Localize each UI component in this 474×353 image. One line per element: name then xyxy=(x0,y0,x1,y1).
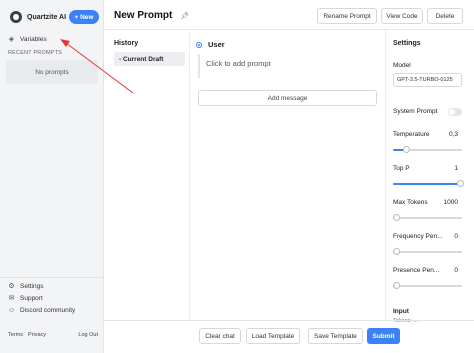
header-divider xyxy=(104,29,474,30)
view-code-button[interactable]: View Code xyxy=(381,8,423,24)
logout-link[interactable]: Log Out xyxy=(78,332,98,338)
model-label: Model xyxy=(393,62,411,69)
save-template-button[interactable]: Save Template xyxy=(308,328,363,344)
param-value: 1000 xyxy=(443,199,458,206)
param-label: Max Tokens xyxy=(393,199,428,206)
footer-divider xyxy=(104,320,474,321)
no-prompts-placeholder: No prompts xyxy=(6,60,98,84)
param-slider[interactable] xyxy=(393,146,462,154)
slider-thumb[interactable] xyxy=(393,282,400,289)
message-bar xyxy=(198,54,200,78)
sidebar-item-label: Variables xyxy=(20,36,47,43)
history-title: History xyxy=(114,40,139,47)
param-label: Frequency Pen... xyxy=(393,233,443,240)
param-slider[interactable] xyxy=(393,180,464,188)
sidebar-item-settings[interactable]: ⚙ Settings xyxy=(8,283,44,290)
logo-icon xyxy=(10,11,22,23)
settings-title: Settings xyxy=(393,40,421,47)
param-value: 0 xyxy=(454,233,458,240)
system-prompt-toggle[interactable] xyxy=(448,108,462,116)
param-label: Temperature xyxy=(393,131,430,138)
gear-icon: ⚙ xyxy=(8,283,15,290)
variables-icon: ◈ xyxy=(8,36,15,43)
slider-thumb[interactable] xyxy=(403,146,410,153)
new-prompt-button[interactable]: + New xyxy=(69,10,99,24)
param-label: Presence Pen... xyxy=(393,267,440,274)
slider-thumb[interactable] xyxy=(393,214,400,221)
submit-button[interactable]: Submit xyxy=(367,328,400,344)
history-divider xyxy=(189,30,190,320)
slider-track xyxy=(393,285,462,287)
pin-icon[interactable]: 📌︎ xyxy=(180,12,189,20)
sidebar-item-variables[interactable]: ◈ Variables xyxy=(8,36,47,43)
mail-icon: ✉ xyxy=(8,295,15,302)
privacy-link[interactable]: Privacy xyxy=(28,332,46,338)
recent-prompts-label: RECENT PROMPTS xyxy=(8,50,63,56)
slider-thumb[interactable] xyxy=(393,248,400,255)
param-value: 0,3 xyxy=(448,131,458,138)
brand-name: Quartzite AI xyxy=(27,13,67,21)
sidebar-item-discord[interactable]: ☺ Discord community xyxy=(8,307,75,314)
brand: Quartzite AI xyxy=(10,10,66,24)
page-title: New Prompt 📌︎ xyxy=(114,10,189,21)
sidebar-footer: Terms Privacy Log Out xyxy=(8,332,98,338)
message-role-label[interactable]: User xyxy=(208,40,225,49)
add-message-button[interactable]: Add message xyxy=(198,90,377,106)
input-section-title: Input xyxy=(393,308,409,315)
param-label: Top P xyxy=(393,165,410,172)
system-prompt-label: System Prompt xyxy=(393,108,438,115)
slider-thumb[interactable] xyxy=(457,180,464,187)
delete-button[interactable]: Delete xyxy=(427,8,463,24)
param-value: 1 xyxy=(454,165,458,172)
model-select[interactable]: GPT-3.5-TURBO-0125 xyxy=(393,73,462,87)
sidebar-item-label: Support xyxy=(20,295,43,302)
terms-link[interactable]: Terms xyxy=(8,332,23,338)
sidebar-item-support[interactable]: ✉ Support xyxy=(8,295,43,302)
clear-chat-button[interactable]: Clear chat xyxy=(199,328,241,344)
sidebar-divider xyxy=(0,277,104,278)
slider-fill xyxy=(393,183,461,185)
slider-track xyxy=(393,251,462,253)
rename-prompt-button[interactable]: Rename Prompt xyxy=(317,8,377,24)
prompt-input[interactable] xyxy=(206,59,376,68)
history-item-current-draft[interactable]: - Current Draft xyxy=(114,52,185,66)
sidebar-item-label: Settings xyxy=(20,283,44,290)
param-slider[interactable] xyxy=(393,214,462,222)
role-radio-icon[interactable] xyxy=(196,42,202,48)
sidebar: Quartzite AI + New ◈ Variables RECENT PR… xyxy=(0,0,104,353)
discord-icon: ☺ xyxy=(8,307,16,314)
param-value: 0 xyxy=(454,267,458,274)
slider-track xyxy=(393,217,462,219)
sidebar-item-label: Discord community xyxy=(20,307,76,314)
page-title-text: New Prompt xyxy=(114,10,173,21)
settings-divider xyxy=(385,30,386,320)
param-slider[interactable] xyxy=(393,282,462,290)
param-slider[interactable] xyxy=(393,248,462,256)
load-template-button[interactable]: Load Template xyxy=(246,328,300,344)
